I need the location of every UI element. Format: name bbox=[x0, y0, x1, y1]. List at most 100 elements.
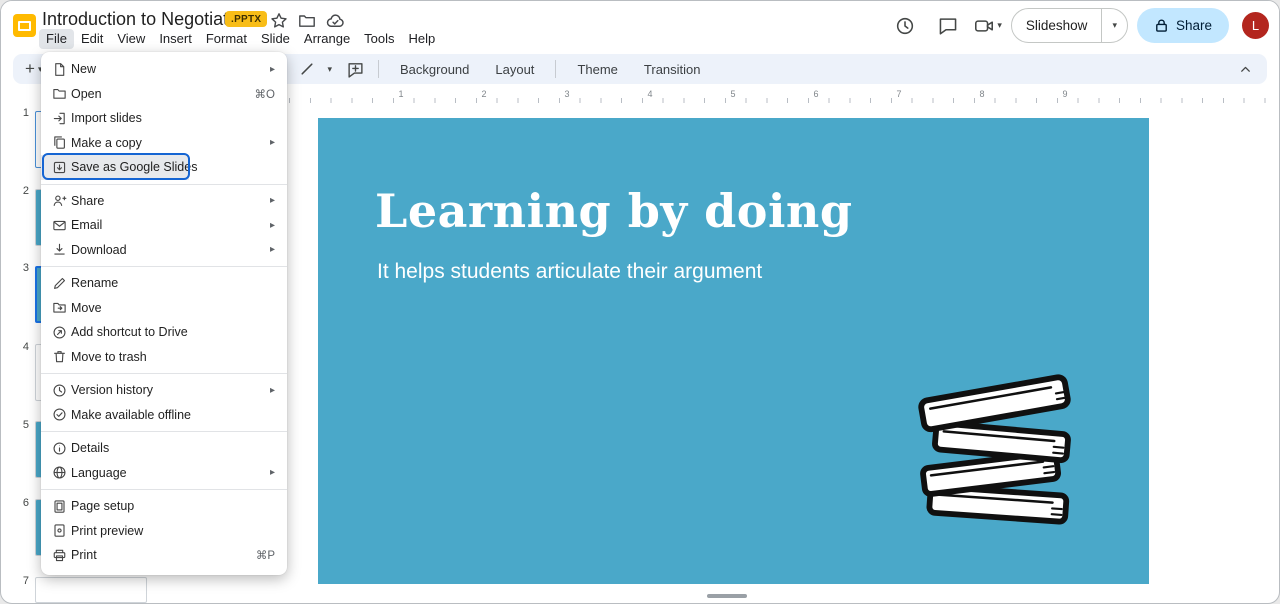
menu-file[interactable]: File bbox=[39, 29, 74, 49]
menu-item-label: New bbox=[70, 62, 96, 76]
menu-item-make-available-offline[interactable]: Make available offline bbox=[41, 403, 287, 428]
menu-tools[interactable]: Tools bbox=[357, 29, 401, 49]
move-folder-icon[interactable] bbox=[297, 11, 317, 31]
ruler-label: 7 bbox=[893, 89, 904, 99]
slide-number: 5 bbox=[13, 419, 29, 431]
menu-insert[interactable]: Insert bbox=[152, 29, 199, 49]
slide-body-textbox[interactable]: It helps students articulate their argum… bbox=[377, 260, 762, 284]
offline-check-icon bbox=[51, 407, 67, 423]
plus-icon: + bbox=[25, 59, 35, 79]
stack-of-books-image[interactable] bbox=[906, 353, 1091, 528]
menu-item-language[interactable]: Language ▸ bbox=[41, 461, 287, 486]
version-history-icon[interactable] bbox=[888, 9, 922, 43]
horizontal-ruler: 1 2 3 4 5 6 7 8 9 bbox=[289, 89, 1267, 104]
menu-item-label: Language bbox=[70, 466, 127, 480]
menu-divider bbox=[41, 489, 287, 490]
menu-view[interactable]: View bbox=[110, 29, 152, 49]
new-file-icon bbox=[51, 61, 67, 77]
menu-item-download[interactable]: Download ▸ bbox=[41, 238, 287, 263]
folder-open-icon bbox=[51, 86, 67, 102]
star-icon[interactable] bbox=[269, 11, 289, 31]
page-setup-icon bbox=[51, 498, 67, 514]
ruler-label: 6 bbox=[810, 89, 821, 99]
menu-item-label: Move to trash bbox=[70, 350, 147, 364]
chevron-down-icon[interactable]: ▾ bbox=[997, 20, 1002, 31]
ruler-ticks bbox=[289, 98, 1267, 103]
meet-presentation-button[interactable]: ▾ bbox=[974, 16, 1002, 36]
email-icon bbox=[51, 217, 67, 233]
background-button[interactable]: Background bbox=[389, 58, 480, 81]
info-icon bbox=[51, 440, 67, 456]
menu-item-print[interactable]: Print ⌘P bbox=[41, 543, 287, 568]
menu-help[interactable]: Help bbox=[402, 29, 443, 49]
history-clock-icon bbox=[51, 382, 67, 398]
menu-item-email[interactable]: Email ▸ bbox=[41, 213, 287, 238]
menu-arrange[interactable]: Arrange bbox=[297, 29, 357, 49]
layout-button[interactable]: Layout bbox=[484, 58, 545, 81]
new-slide-button[interactable]: + ▾ bbox=[25, 59, 42, 79]
save-icon bbox=[51, 159, 67, 175]
menu-divider bbox=[41, 373, 287, 374]
add-comment-icon[interactable] bbox=[342, 57, 368, 81]
person-add-icon bbox=[51, 193, 67, 209]
menu-item-label: Import slides bbox=[70, 111, 142, 125]
slide-thumbnail-7[interactable] bbox=[35, 577, 147, 603]
menu-edit[interactable]: Edit bbox=[74, 29, 110, 49]
menu-item-move-to-trash[interactable]: Move to trash bbox=[41, 345, 287, 370]
menu-bar: File Edit View Insert Format Slide Arran… bbox=[39, 29, 442, 49]
theme-button[interactable]: Theme bbox=[566, 58, 628, 81]
menu-item-label: Print preview bbox=[70, 524, 143, 538]
menu-item-label: Email bbox=[70, 218, 102, 232]
menu-item-make-a-copy[interactable]: Make a copy ▸ bbox=[41, 131, 287, 156]
menu-item-open[interactable]: Open ⌘O bbox=[41, 82, 287, 107]
menu-item-share[interactable]: Share ▸ bbox=[41, 189, 287, 214]
ruler-label: 5 bbox=[727, 89, 738, 99]
account-avatar[interactable]: L bbox=[1242, 12, 1269, 39]
menu-item-new[interactable]: New ▸ bbox=[41, 57, 287, 82]
share-button-label: Share bbox=[1176, 18, 1212, 33]
menu-item-label: Open bbox=[70, 87, 102, 101]
slides-logo-icon[interactable] bbox=[13, 14, 36, 37]
slideshow-dropdown[interactable]: ▾ bbox=[1102, 20, 1127, 31]
menu-item-details[interactable]: Details bbox=[41, 436, 287, 461]
print-preview-icon bbox=[51, 523, 67, 539]
line-tool-dropdown-icon[interactable]: ▾ bbox=[327, 64, 332, 75]
cloud-status-icon[interactable] bbox=[325, 11, 345, 31]
menu-item-save-as-google-slides[interactable]: Save as Google Slides bbox=[41, 155, 287, 180]
line-tool-icon[interactable] bbox=[294, 57, 320, 81]
menu-item-label: Share bbox=[70, 194, 104, 208]
ruler-label: 3 bbox=[561, 89, 572, 99]
comments-icon[interactable] bbox=[931, 9, 965, 43]
titlebar: Introduction to Negotiation .PPTX File E… bbox=[1, 1, 1279, 51]
menu-item-version-history[interactable]: Version history ▸ bbox=[41, 378, 287, 403]
menu-divider bbox=[41, 266, 287, 267]
menu-item-rename[interactable]: Rename bbox=[41, 271, 287, 296]
file-menu-dropdown: New ▸ Open ⌘O Import slides Make a copy … bbox=[41, 52, 287, 575]
menu-slide[interactable]: Slide bbox=[254, 29, 297, 49]
printer-icon bbox=[51, 547, 67, 563]
slide-canvas[interactable]: Learning by doing It helps students arti… bbox=[318, 118, 1149, 584]
submenu-arrow-icon: ▸ bbox=[270, 467, 275, 478]
menu-item-move[interactable]: Move bbox=[41, 296, 287, 321]
document-title[interactable]: Introduction to Negotiation bbox=[42, 9, 252, 30]
menu-item-page-setup[interactable]: Page setup bbox=[41, 494, 287, 519]
transition-button[interactable]: Transition bbox=[633, 58, 712, 81]
hide-menus-icon[interactable] bbox=[1233, 57, 1257, 81]
slide-title-textbox[interactable]: Learning by doing bbox=[375, 184, 853, 238]
shortcut-label: ⌘P bbox=[256, 548, 275, 562]
slideshow-button[interactable]: Slideshow bbox=[1012, 18, 1102, 33]
menu-item-label: Details bbox=[70, 441, 109, 455]
shortcut-label: ⌘O bbox=[255, 87, 275, 101]
file-type-badge: .PPTX bbox=[225, 11, 267, 27]
menu-item-label: Print bbox=[70, 548, 97, 562]
share-button[interactable]: Share bbox=[1137, 8, 1229, 43]
menu-item-add-shortcut-to-drive[interactable]: Add shortcut to Drive bbox=[41, 320, 287, 345]
menu-format[interactable]: Format bbox=[199, 29, 254, 49]
menu-item-label: Page setup bbox=[70, 499, 134, 513]
toolbar-tools: ▾ Background Layout Theme Transition bbox=[294, 57, 711, 81]
horizontal-scrollbar[interactable] bbox=[707, 594, 747, 598]
menu-item-print-preview[interactable]: Print preview bbox=[41, 519, 287, 544]
download-icon bbox=[51, 242, 67, 258]
submenu-arrow-icon: ▸ bbox=[270, 64, 275, 75]
menu-item-import-slides[interactable]: Import slides bbox=[41, 106, 287, 131]
